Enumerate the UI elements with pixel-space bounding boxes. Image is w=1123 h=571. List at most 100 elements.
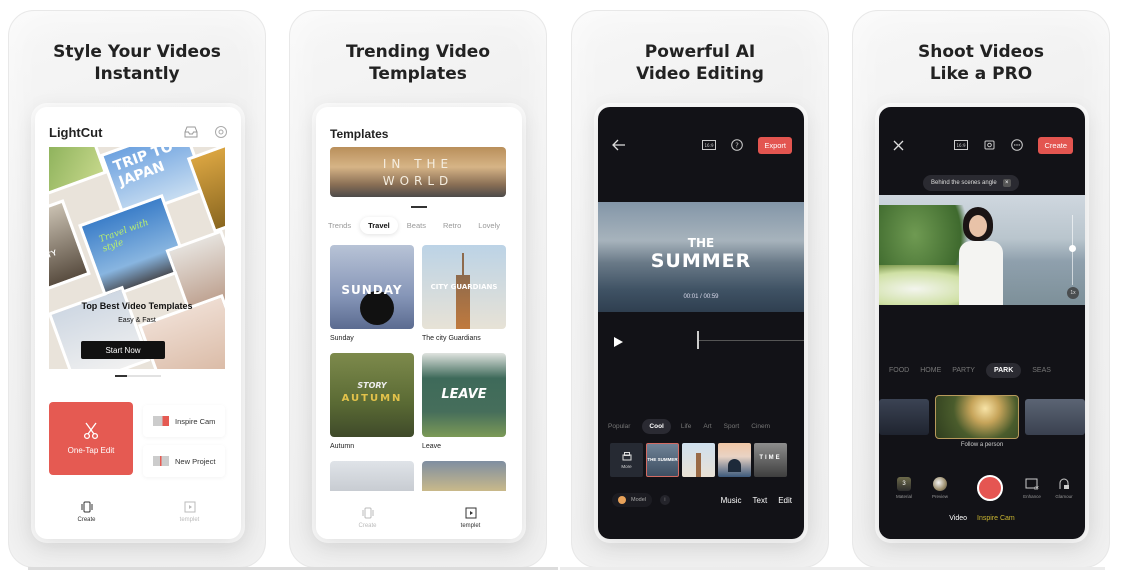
style-item[interactable]: [718, 443, 751, 477]
panel-title-line2: Video Editing: [636, 64, 764, 84]
video-preview[interactable]: THE SUMMER 00:01 / 00:59: [598, 202, 804, 312]
preview-button[interactable]: Preview: [925, 477, 955, 499]
new-project-button[interactable]: New Project: [143, 445, 225, 477]
material-count-badge: 3: [897, 477, 911, 491]
category-tab-cinema[interactable]: Cinem: [751, 423, 770, 430]
style-item[interactable]: TIME: [754, 443, 787, 477]
template-card[interactable]: CITY GUARDIANS The city Guardians: [422, 245, 506, 342]
new-project-label: New Project: [175, 456, 216, 466]
mode-video[interactable]: Video: [949, 515, 967, 522]
panel-title-line2: Like a PRO: [929, 64, 1033, 84]
scene-tab-food[interactable]: FOOD: [889, 367, 909, 374]
aspect-ratio-icon[interactable]: 16:9: [954, 138, 969, 152]
style-item-selected[interactable]: THE SUMMER: [646, 443, 679, 477]
camera-viewfinder[interactable]: 1x: [879, 195, 1085, 305]
scene-tab-party[interactable]: PARTY: [952, 367, 975, 374]
text-button[interactable]: Text: [753, 496, 768, 505]
model-toggle[interactable]: Model: [612, 493, 652, 507]
one-tap-edit-button[interactable]: One-Tap Edit: [49, 402, 133, 475]
style-more-button[interactable]: More: [610, 443, 643, 477]
music-button[interactable]: Music: [721, 496, 742, 505]
app-header: LightCut: [49, 121, 229, 143]
shot-hint-text: Behind the scenes angle: [931, 180, 997, 186]
category-tab-popular[interactable]: Popular: [608, 423, 630, 430]
category-tab-retro[interactable]: Retro: [435, 217, 469, 234]
timeline-playhead[interactable]: [697, 331, 699, 349]
style-strip: More THE SUMMER TIME: [610, 443, 804, 477]
featured-banner[interactable]: IN THE WORLD: [330, 147, 506, 197]
template-label: Autumn: [330, 443, 355, 450]
mode-inspire-cam[interactable]: Inspire Cam: [977, 515, 1015, 522]
export-button[interactable]: Export: [758, 136, 792, 154]
inbox-icon[interactable]: [183, 124, 199, 140]
playback-time: 00:01 / 00:59: [598, 294, 804, 300]
template-card[interactable]: LEAVE Leave: [422, 353, 506, 450]
category-tab-lovely[interactable]: Lovely: [470, 217, 508, 234]
editor-actions: Music Text Edit: [710, 496, 792, 505]
scene-tab-home[interactable]: HOME: [920, 367, 941, 374]
scene-tab-park[interactable]: PARK: [985, 363, 1022, 378]
template-card-partial[interactable]: [422, 461, 506, 491]
hero-subtitle: Easy & Fast: [118, 317, 156, 324]
flip-camera-icon[interactable]: [982, 138, 996, 152]
hero-banner[interactable]: TRIP TO JAPAN CITY Travel with style Top…: [49, 147, 225, 369]
tab-templet[interactable]: templet: [441, 507, 501, 539]
material-button[interactable]: 3 Material: [889, 477, 919, 499]
settings-gear-icon[interactable]: [213, 124, 229, 140]
create-button[interactable]: Create: [1038, 136, 1073, 154]
tile-text: TRIP TO JAPAN: [111, 147, 176, 190]
inspire-cam-button[interactable]: Inspire Cam: [143, 405, 225, 437]
more-options-icon[interactable]: [1010, 138, 1024, 152]
close-icon[interactable]: [893, 140, 904, 151]
category-tab-beats[interactable]: Beats: [399, 217, 434, 234]
camera-toolbar: 16:9 Create: [893, 135, 1073, 155]
panel-title-line1: Shoot Videos: [918, 42, 1044, 62]
category-tab-trends[interactable]: Trends: [320, 217, 359, 234]
category-tab-travel[interactable]: Travel: [360, 216, 398, 234]
category-tab-sport[interactable]: Sport: [724, 423, 740, 430]
shot-card-selected[interactable]: [935, 395, 1019, 439]
category-tab-life[interactable]: Life: [681, 423, 691, 430]
zoom-level-badge[interactable]: 1x: [1067, 287, 1079, 299]
divider: [560, 567, 1105, 570]
category-tab-cool[interactable]: Cool: [642, 419, 671, 434]
glamour-button[interactable]: Glamour: [1049, 477, 1079, 499]
camera-icon: [153, 416, 169, 426]
template-card-partial[interactable]: [330, 461, 414, 491]
time-current: 00:01: [683, 294, 699, 300]
tab-create[interactable]: Create: [338, 507, 398, 539]
building-graphic: [696, 453, 701, 477]
timeline-track[interactable]: [698, 340, 804, 341]
back-arrow-icon[interactable]: [612, 139, 626, 151]
tab-templet[interactable]: templet: [160, 501, 220, 531]
zoom-slider-thumb[interactable]: [1069, 245, 1076, 252]
template-card[interactable]: STORY AUTUMN Autumn: [330, 353, 414, 450]
model-avatar-icon: [618, 496, 626, 504]
template-card[interactable]: SUNDAY Sunday: [330, 245, 414, 342]
start-now-button[interactable]: Start Now: [81, 341, 165, 359]
tab-create[interactable]: Create: [57, 501, 117, 531]
shot-card[interactable]: [1025, 399, 1085, 435]
edit-button[interactable]: Edit: [778, 496, 792, 505]
templates-heading: Templates: [330, 127, 389, 141]
record-button[interactable]: [977, 475, 1003, 501]
editor-bottom-bar: Model i Music Text Edit: [612, 493, 792, 507]
hero-tile-city: CITY: [49, 199, 91, 295]
clip-icon: [153, 456, 169, 466]
panel-title-line2: Templates: [369, 64, 467, 84]
shot-card[interactable]: [879, 399, 929, 435]
person-body-graphic: [959, 241, 1003, 305]
style-item[interactable]: [682, 443, 715, 477]
scene-tab-seasons[interactable]: SEAS: [1032, 367, 1051, 374]
play-icon[interactable]: [614, 334, 623, 352]
template-overlay-text: LEAVE: [441, 387, 487, 402]
info-icon[interactable]: i: [659, 495, 670, 505]
tab-templet-label: templet: [179, 517, 200, 523]
carousel-dot-active: [115, 375, 127, 377]
help-icon[interactable]: ?: [730, 138, 744, 152]
enhance-button[interactable]: OFF Enhance: [1017, 477, 1047, 499]
close-chip-icon[interactable]: ×: [1002, 179, 1011, 187]
carousel-indicator: [411, 206, 427, 208]
aspect-ratio-icon[interactable]: 16:9: [702, 138, 717, 152]
category-tab-art[interactable]: Art: [703, 423, 711, 430]
